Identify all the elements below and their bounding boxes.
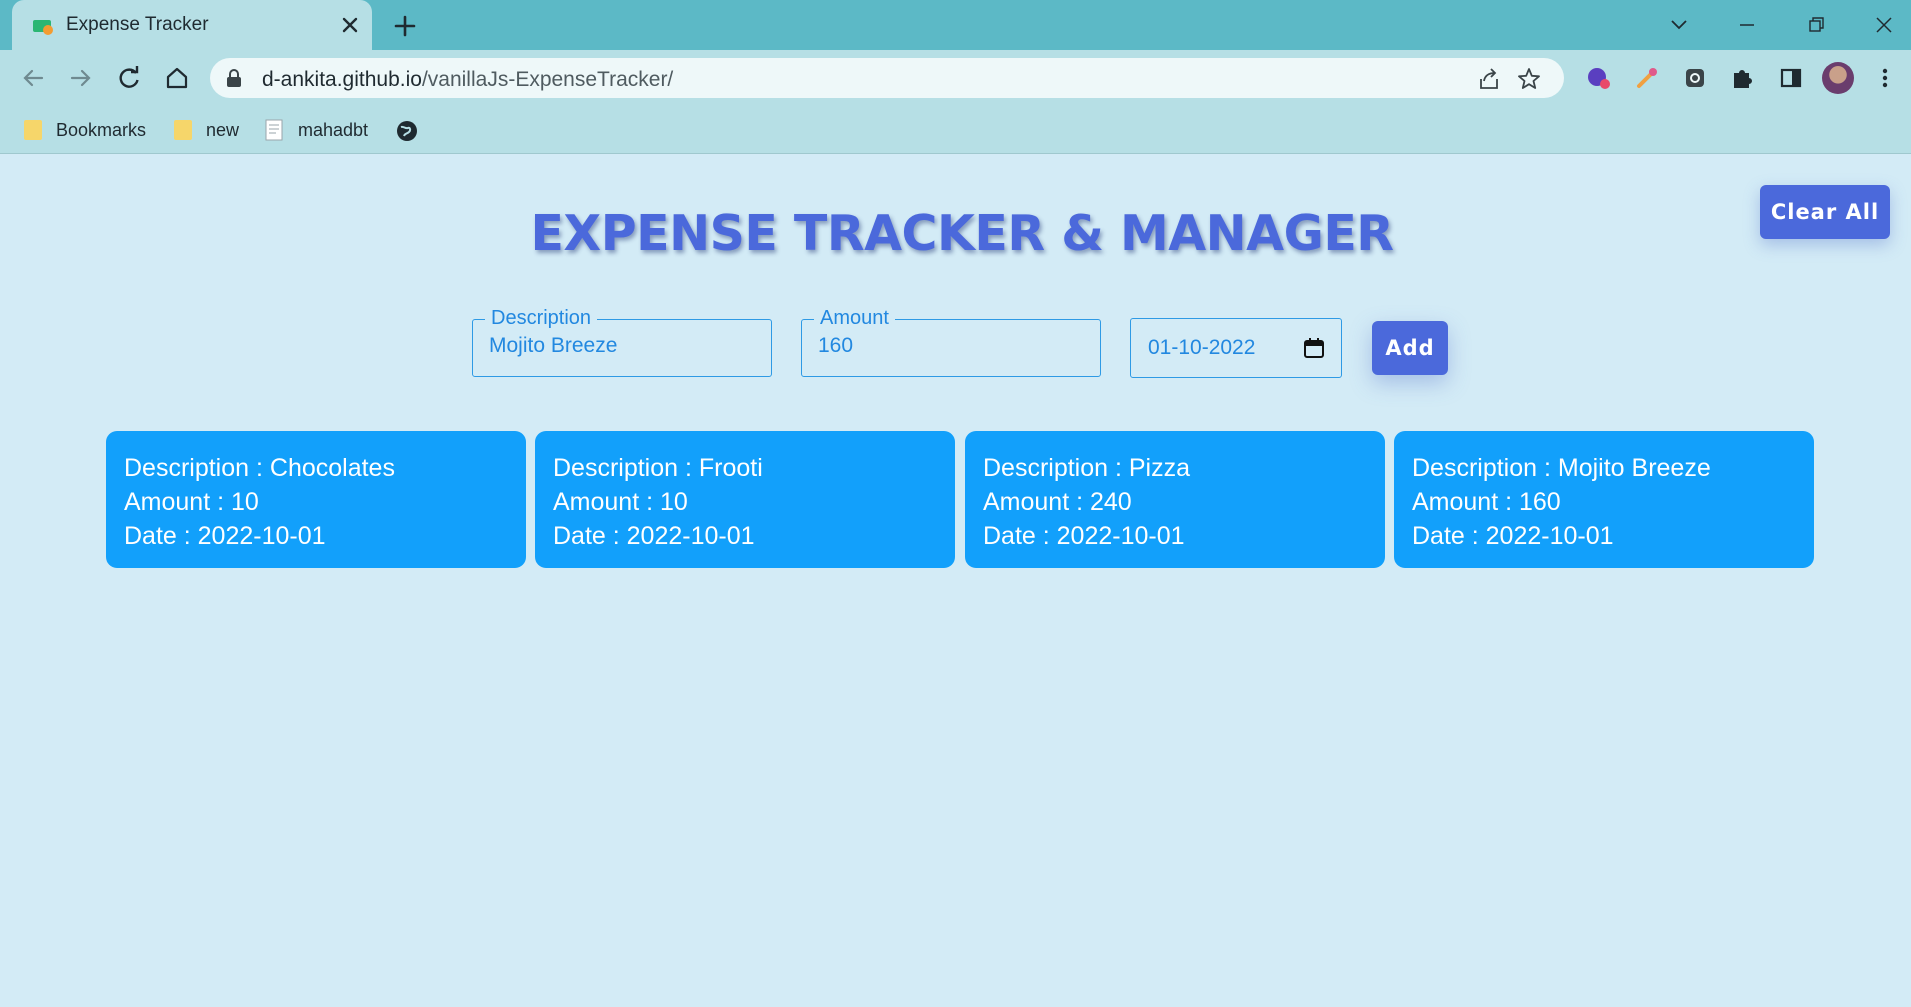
url-text[interactable]: d-ankita.github.io/vanillaJs-ExpenseTrac… bbox=[262, 68, 673, 92]
home-icon[interactable] bbox=[162, 63, 192, 93]
add-button[interactable]: Add bbox=[1372, 321, 1448, 375]
expense-date: Date : 2022-10-01 bbox=[1412, 522, 1614, 550]
amount-input[interactable]: 160 bbox=[818, 334, 853, 358]
bookmark-label: mahadbt bbox=[298, 119, 369, 140]
amount-field[interactable]: Amount 160 bbox=[801, 307, 1101, 377]
expense-list: Description : Chocolates Amount : 10 Dat… bbox=[106, 431, 1816, 568]
url-path: /vanillaJs-ExpenseTracker/ bbox=[421, 68, 674, 91]
bookmark-star-icon[interactable] bbox=[1516, 66, 1542, 92]
calendar-icon[interactable] bbox=[1303, 337, 1325, 359]
expense-card: Description : Chocolates Amount : 10 Dat… bbox=[106, 431, 526, 568]
tab-search-chevron-icon[interactable] bbox=[1664, 10, 1694, 40]
browser-tab[interactable]: Expense Tracker bbox=[12, 0, 372, 51]
expense-date: Date : 2022-10-01 bbox=[124, 522, 326, 550]
chrome-divider bbox=[0, 153, 1911, 154]
restore-icon[interactable] bbox=[1801, 10, 1831, 40]
date-field[interactable]: 01-10-2022 bbox=[1130, 318, 1342, 378]
extension-color-picker-icon[interactable] bbox=[1632, 63, 1662, 93]
expense-card: Description : Frooti Amount : 10 Date : … bbox=[535, 431, 955, 568]
folder-icon bbox=[24, 120, 42, 140]
extension-record-icon[interactable] bbox=[1680, 63, 1710, 93]
expense-card: Description : Mojito Breeze Amount : 160… bbox=[1394, 431, 1814, 568]
bookmarks-bar: Bookmarks new mahadbt bbox=[0, 106, 1911, 154]
folder-icon bbox=[174, 120, 192, 140]
extension-translate-icon[interactable] bbox=[1584, 63, 1614, 93]
bookmark-label: Bookmarks bbox=[56, 119, 147, 140]
document-icon bbox=[265, 119, 283, 141]
tab-title: Expense Tracker bbox=[66, 14, 209, 35]
description-field[interactable]: Description Mojito Breeze bbox=[472, 307, 772, 377]
expense-date: Date : 2022-10-01 bbox=[983, 522, 1185, 550]
reload-icon[interactable] bbox=[114, 63, 144, 93]
lock-icon[interactable] bbox=[226, 69, 242, 87]
browser-toolbar: d-ankita.github.io/vanillaJs-ExpenseTrac… bbox=[0, 50, 1911, 106]
close-tab-icon[interactable] bbox=[336, 11, 364, 39]
expense-description: Description : Mojito Breeze bbox=[1412, 454, 1711, 482]
globe-icon[interactable] bbox=[396, 120, 418, 142]
amount-label: Amount bbox=[814, 307, 895, 330]
description-label: Description bbox=[485, 307, 598, 330]
expense-amount: Amount : 160 bbox=[1412, 488, 1561, 516]
share-icon[interactable] bbox=[1476, 66, 1502, 92]
browser-chrome: Expense Tracker d-ankita.github.io/vanil… bbox=[0, 0, 1911, 154]
more-menu-icon[interactable] bbox=[1870, 63, 1900, 93]
bookmark-new[interactable]: new bbox=[174, 116, 239, 144]
page-title: EXPENSE TRACKER & MANAGER bbox=[530, 205, 1394, 262]
expense-date: Date : 2022-10-01 bbox=[553, 522, 755, 550]
close-window-icon[interactable] bbox=[1869, 10, 1899, 40]
expense-card: Description : Pizza Amount : 240 Date : … bbox=[965, 431, 1385, 568]
side-panel-icon[interactable] bbox=[1776, 63, 1806, 93]
back-arrow-icon[interactable] bbox=[18, 63, 48, 93]
expense-description: Description : Pizza bbox=[983, 454, 1191, 482]
description-input[interactable]: Mojito Breeze bbox=[489, 334, 617, 358]
profile-avatar[interactable] bbox=[1822, 62, 1854, 94]
minimize-icon[interactable] bbox=[1732, 10, 1762, 40]
expense-description: Description : Chocolates bbox=[124, 454, 395, 482]
new-tab-icon[interactable] bbox=[390, 11, 420, 41]
expense-description: Description : Frooti bbox=[553, 454, 763, 482]
money-favicon-icon bbox=[33, 20, 53, 35]
url-domain: d-ankita.github.io bbox=[262, 68, 422, 91]
tab-strip: Expense Tracker bbox=[0, 0, 1911, 51]
expense-amount: Amount : 240 bbox=[983, 488, 1132, 516]
address-bar[interactable]: d-ankita.github.io/vanillaJs-ExpenseTrac… bbox=[210, 58, 1564, 98]
forward-arrow-icon[interactable] bbox=[66, 63, 96, 93]
expense-amount: Amount : 10 bbox=[553, 488, 688, 516]
date-input[interactable]: 01-10-2022 bbox=[1148, 336, 1255, 360]
extensions-puzzle-icon[interactable] bbox=[1728, 63, 1758, 93]
expense-amount: Amount : 10 bbox=[124, 488, 259, 516]
bookmark-mahadbt[interactable]: mahadbt bbox=[264, 116, 368, 144]
bookmark-bookmarks[interactable]: Bookmarks bbox=[24, 116, 146, 144]
bookmark-label: new bbox=[206, 119, 240, 140]
